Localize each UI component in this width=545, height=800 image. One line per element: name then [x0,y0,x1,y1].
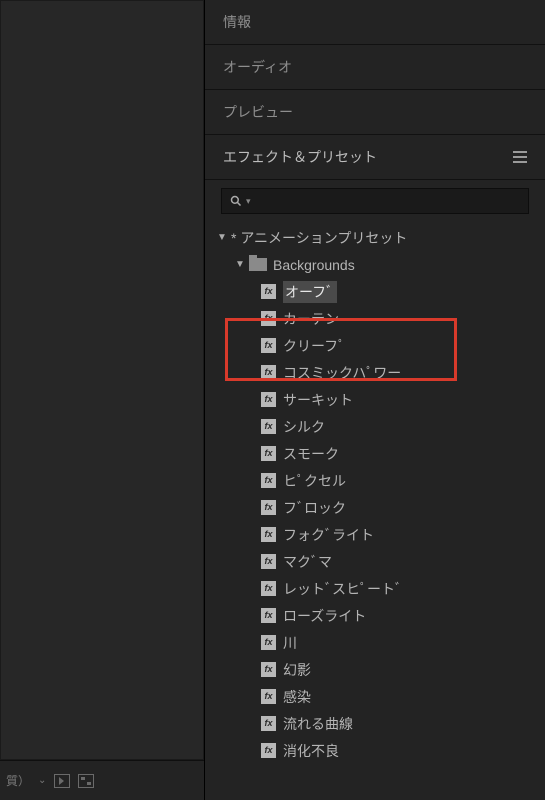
preset-label: 流れる曲線 [283,714,353,734]
preset-item[interactable]: ローズライト [217,602,545,629]
preset-icon [261,716,276,731]
preset-item[interactable]: 流れる曲線 [217,710,545,737]
disclosure-triangle-icon[interactable] [217,233,227,243]
left-bottom-toolbar: 質） ⌄ [0,760,204,800]
preset-item[interactable]: 消化不良 [217,737,545,764]
preset-label: クリーフﾟ [283,336,345,356]
preset-item[interactable]: コスミックハﾟワー [217,359,545,386]
preset-label: マクﾞマ [283,552,332,572]
preset-label: オーフﾞ [283,281,337,303]
preset-icon [261,338,276,353]
preset-icon [261,743,276,758]
preset-icon [261,473,276,488]
search-dropdown-icon[interactable]: ▾ [246,196,251,207]
preset-icon [261,689,276,704]
panel-header-info[interactable]: 情報 [205,0,545,45]
preset-item[interactable]: 川 [217,629,545,656]
tree-folder-backgrounds[interactable]: Backgrounds [217,251,545,278]
preset-label: シルク [283,417,325,437]
preset-item[interactable]: スモーク [217,440,545,467]
preset-label: 川 [283,633,297,653]
quality-label: 質） [6,772,30,789]
preset-item[interactable]: 感染 [217,683,545,710]
preset-label: サーキット [283,390,353,410]
preset-item[interactable]: オーフﾞ [217,278,545,305]
preset-tree: * アニメーションプリセット Backgrounds オーフﾞ カーテンクリーフﾟ… [205,220,545,800]
search-icon [230,195,242,207]
preset-icon [261,527,276,542]
preset-label: 感染 [283,687,311,707]
preset-item[interactable]: シルク [217,413,545,440]
preset-item[interactable]: クリーフﾟ [217,332,545,359]
panel-title: プレビュー [223,102,293,122]
preset-label: スモーク [283,444,339,464]
expand-icon[interactable] [78,774,94,788]
preset-label: ローズライト [283,606,366,626]
preset-icon [261,392,276,407]
panel-title: 情報 [223,12,251,32]
preset-item[interactable]: ヒﾟクセル [217,467,545,494]
preset-item[interactable]: レットﾞスヒﾟートﾞ [217,575,545,602]
preset-label: カーテン [283,309,339,329]
panel-header-effects[interactable]: エフェクト＆プリセット [205,135,545,180]
preset-icon [261,635,276,650]
search-input[interactable]: ▾ [221,188,529,214]
preset-icon [261,284,276,299]
preview-mode-icon[interactable] [54,774,70,788]
preset-label: コスミックハﾟワー [283,363,401,383]
preset-label: 幻影 [283,660,311,680]
folder-label: Backgrounds [273,257,355,273]
preset-icon [261,662,276,677]
search-row: ▾ [205,180,545,220]
panel-title: エフェクト＆プリセット [223,147,377,167]
preset-item[interactable]: フﾞロック [217,494,545,521]
preset-item[interactable]: サーキット [217,386,545,413]
preset-label: 消化不良 [283,741,339,761]
preset-label: ヒﾟクセル [283,471,346,491]
preset-item[interactable]: マクﾞマ [217,548,545,575]
preset-item[interactable]: フォクﾞライト [217,521,545,548]
panel-title: オーディオ [223,57,292,77]
preset-icon [261,446,276,461]
panel-header-preview[interactable]: プレビュー [205,90,545,135]
preset-icon [261,500,276,515]
preset-icon [261,608,276,623]
tree-root-category[interactable]: * アニメーションプリセット [217,224,545,251]
left-panel-content [0,0,204,760]
disclosure-triangle-icon[interactable] [235,260,245,270]
preset-icon [261,365,276,380]
preset-icon [261,311,276,326]
panel-menu-icon[interactable] [513,151,527,163]
folder-icon [249,258,267,271]
right-panel-stack: 情報 オーディオ プレビュー エフェクト＆プリセット ▾ * アニメーションプリ… [205,0,545,800]
category-label: * アニメーションプリセット [231,228,407,248]
preset-label: フォクﾞライト [283,525,374,545]
left-panel: 質） ⌄ [0,0,205,800]
search-field[interactable] [255,194,520,209]
panel-header-audio[interactable]: オーディオ [205,45,545,90]
dropdown-chevron-icon[interactable]: ⌄ [38,775,46,786]
preset-icon [261,554,276,569]
preset-item[interactable]: カーテン [217,305,545,332]
preset-icon [261,419,276,434]
preset-item[interactable]: 幻影 [217,656,545,683]
preset-icon [261,581,276,596]
preset-label: フﾞロック [283,498,346,518]
preset-label: レットﾞスヒﾟートﾞ [283,579,402,599]
